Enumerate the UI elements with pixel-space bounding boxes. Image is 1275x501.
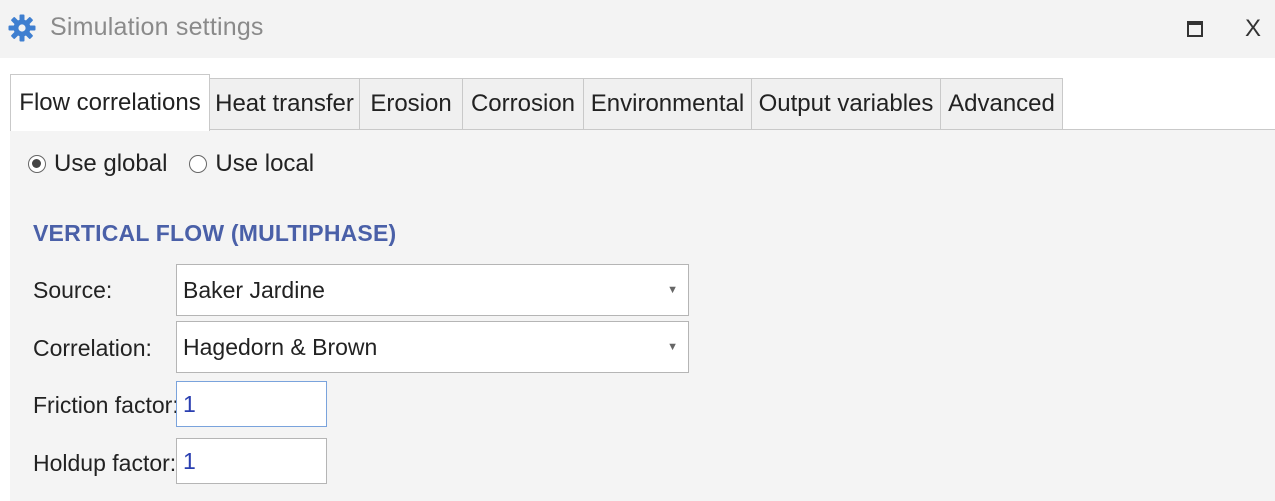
correlation-value: Hagedorn & Brown: [183, 333, 378, 360]
chevron-down-icon: ▼: [667, 284, 678, 296]
radio-unchecked-icon: [189, 155, 208, 173]
tab-heat-transfer[interactable]: Heat transfer: [210, 78, 360, 130]
tab-environmental[interactable]: Environmental: [584, 78, 752, 130]
window-title: Simulation settings: [50, 13, 264, 41]
chevron-down-icon: ▼: [667, 341, 678, 353]
scope-radio-group: Use global Use local: [28, 150, 336, 178]
source-value: Baker Jardine: [183, 276, 325, 303]
use-local-radio[interactable]: Use local: [189, 150, 314, 178]
tab-corrosion[interactable]: Corrosion: [463, 78, 584, 130]
holdup-factor-input[interactable]: 1: [176, 438, 327, 484]
source-label: Source:: [33, 277, 113, 303]
use-global-radio[interactable]: Use global: [28, 150, 167, 178]
title-bar: Simulation settings X: [0, 0, 1275, 58]
tab-flow-correlations[interactable]: Flow correlations: [10, 74, 210, 131]
friction-factor-label: Friction factor:: [33, 392, 179, 418]
use-global-label: Use global: [54, 150, 168, 177]
tab-strip: Flow correlations Heat transfer Erosion …: [10, 74, 1275, 131]
tab-output-variables[interactable]: Output variables: [752, 78, 941, 130]
section-heading-vertical-flow: VERTICAL FLOW (MULTIPHASE): [33, 220, 397, 246]
correlation-dropdown[interactable]: Hagedorn & Brown ▼: [176, 321, 689, 373]
correlation-label: Correlation:: [33, 335, 152, 361]
tab-erosion[interactable]: Erosion: [360, 78, 463, 130]
holdup-factor-label: Holdup factor:: [33, 450, 177, 476]
friction-factor-input[interactable]: 1: [176, 381, 327, 427]
tab-advanced[interactable]: Advanced: [941, 78, 1063, 130]
tab-content-flow-correlations: Use global Use local VERTICAL FLOW (MULT…: [10, 129, 1275, 501]
use-local-label: Use local: [215, 150, 315, 177]
close-button[interactable]: X: [1236, 12, 1270, 46]
radio-checked-icon: [28, 155, 46, 173]
source-dropdown[interactable]: Baker Jardine ▼: [176, 264, 689, 316]
gear-icon: [8, 14, 36, 42]
settings-panel: Flow correlations Heat transfer Erosion …: [10, 74, 1275, 501]
maximize-button[interactable]: [1178, 12, 1212, 46]
maximize-icon: [1187, 21, 1203, 37]
